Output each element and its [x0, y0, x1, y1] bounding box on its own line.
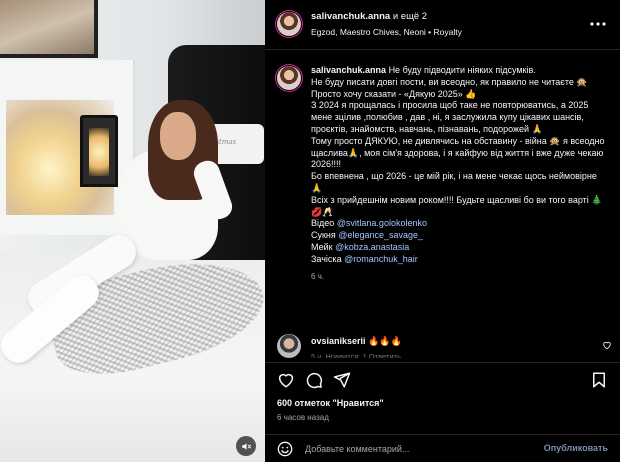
caption-line: Не буду писати довгі пости, ви всеодно, …	[311, 76, 588, 87]
credit-line: Відео @svitlana.golokolenko	[311, 218, 607, 230]
caption-line: З 2024 я прощалась і просила щоб таке не…	[311, 100, 589, 134]
mention-link[interactable]: @romanchuk_hair	[344, 254, 418, 264]
share-button[interactable]	[333, 371, 351, 389]
caption-line: Всіх з прийдешнім новим роком!!!! Будьте…	[311, 194, 603, 217]
send-icon	[333, 371, 351, 389]
mention-link[interactable]: @kobza.anastasia	[335, 242, 409, 252]
post-header: salivanchuk.anna и ещё 2 Egzod, Maestro …	[265, 0, 620, 50]
mention-link[interactable]: @elegance_savage_	[338, 230, 423, 240]
caption-time: 6 ч.	[311, 271, 325, 281]
author-avatar[interactable]	[277, 12, 301, 36]
comment-item: ovsianikserii 🔥🔥🔥 5 ч. Нравится: 1 Ответ…	[265, 330, 620, 358]
photo-face	[160, 112, 196, 160]
post-media[interactable]: Christmas	[0, 0, 265, 462]
caption-line: Не буду підводити ніяких підсумків.	[388, 65, 536, 75]
photo-mirror	[0, 0, 98, 58]
emoji-icon	[277, 441, 293, 457]
post-caption: salivanchuk.anna Не буду підводити ніяки…	[265, 50, 620, 358]
mute-button[interactable]	[236, 436, 256, 456]
caption-line: Тому просто ДЯКУЮ, не дивлячись на обста…	[311, 135, 605, 170]
photo-lantern	[80, 115, 118, 187]
credit-label: Мейк	[311, 241, 333, 252]
comment-like-button[interactable]	[602, 340, 612, 350]
comment-input[interactable]	[305, 440, 525, 458]
add-comment-bar: Опубликовать	[265, 434, 620, 462]
coauthors-link[interactable]: и ещё 2	[393, 11, 427, 22]
comment-text: ovsianikserii 🔥🔥🔥	[311, 336, 402, 347]
save-button[interactable]	[590, 371, 608, 389]
audio-link[interactable]: Egzod, Maestro Chives, Neoni • Royalty	[311, 27, 462, 37]
comment-icon	[305, 371, 323, 389]
more-horizontal-icon	[588, 14, 608, 34]
comment-meta: 5 ч. Нравится: 1 Ответить	[311, 352, 401, 358]
emoji-button[interactable]	[277, 441, 293, 457]
post-time: 6 часов назад	[277, 413, 329, 422]
more-options-button[interactable]	[588, 14, 608, 34]
post-actions	[265, 362, 620, 392]
caption-line: Просто хочу сказати - «Дякую 2025» 👍	[311, 88, 477, 99]
comment-button[interactable]	[305, 371, 323, 389]
credit-label: Відео	[311, 218, 335, 229]
commenter-avatar[interactable]	[277, 334, 301, 358]
credit-line: Мейк @kobza.anastasia	[311, 242, 607, 254]
credit-line: Сукня @elegance_savage_	[311, 230, 607, 242]
sound-off-icon	[241, 441, 252, 452]
commenter-username[interactable]: ovsianikserii	[311, 336, 366, 346]
publish-button[interactable]: Опубликовать	[544, 443, 608, 453]
caption-text: salivanchuk.anna Не буду підводити ніяки…	[311, 65, 607, 282]
post-author: salivanchuk.anna и ещё 2	[311, 11, 427, 22]
credit-line: Зачіска @romanchuk_hair	[311, 254, 607, 266]
likes-count[interactable]: 600 отметок "Нравится"	[277, 398, 384, 408]
heart-icon	[602, 340, 612, 350]
credit-label: Сукня	[311, 230, 336, 241]
caption-line: Бо впевнена , що 2026 - це мій рік, і на…	[311, 171, 597, 193]
post-panel: salivanchuk.anna и ещё 2 Egzod, Maestro …	[265, 0, 620, 462]
credit-label: Зачіска	[311, 253, 342, 264]
author-username[interactable]: salivanchuk.anna	[311, 11, 390, 22]
heart-icon	[277, 371, 295, 389]
bookmark-icon	[590, 371, 608, 389]
caption-avatar[interactable]	[277, 66, 301, 90]
mention-link[interactable]: @svitlana.golokolenko	[337, 218, 427, 228]
comment-body: 🔥🔥🔥	[368, 336, 402, 346]
caption-username[interactable]: salivanchuk.anna	[311, 65, 386, 75]
like-button[interactable]	[277, 371, 295, 389]
